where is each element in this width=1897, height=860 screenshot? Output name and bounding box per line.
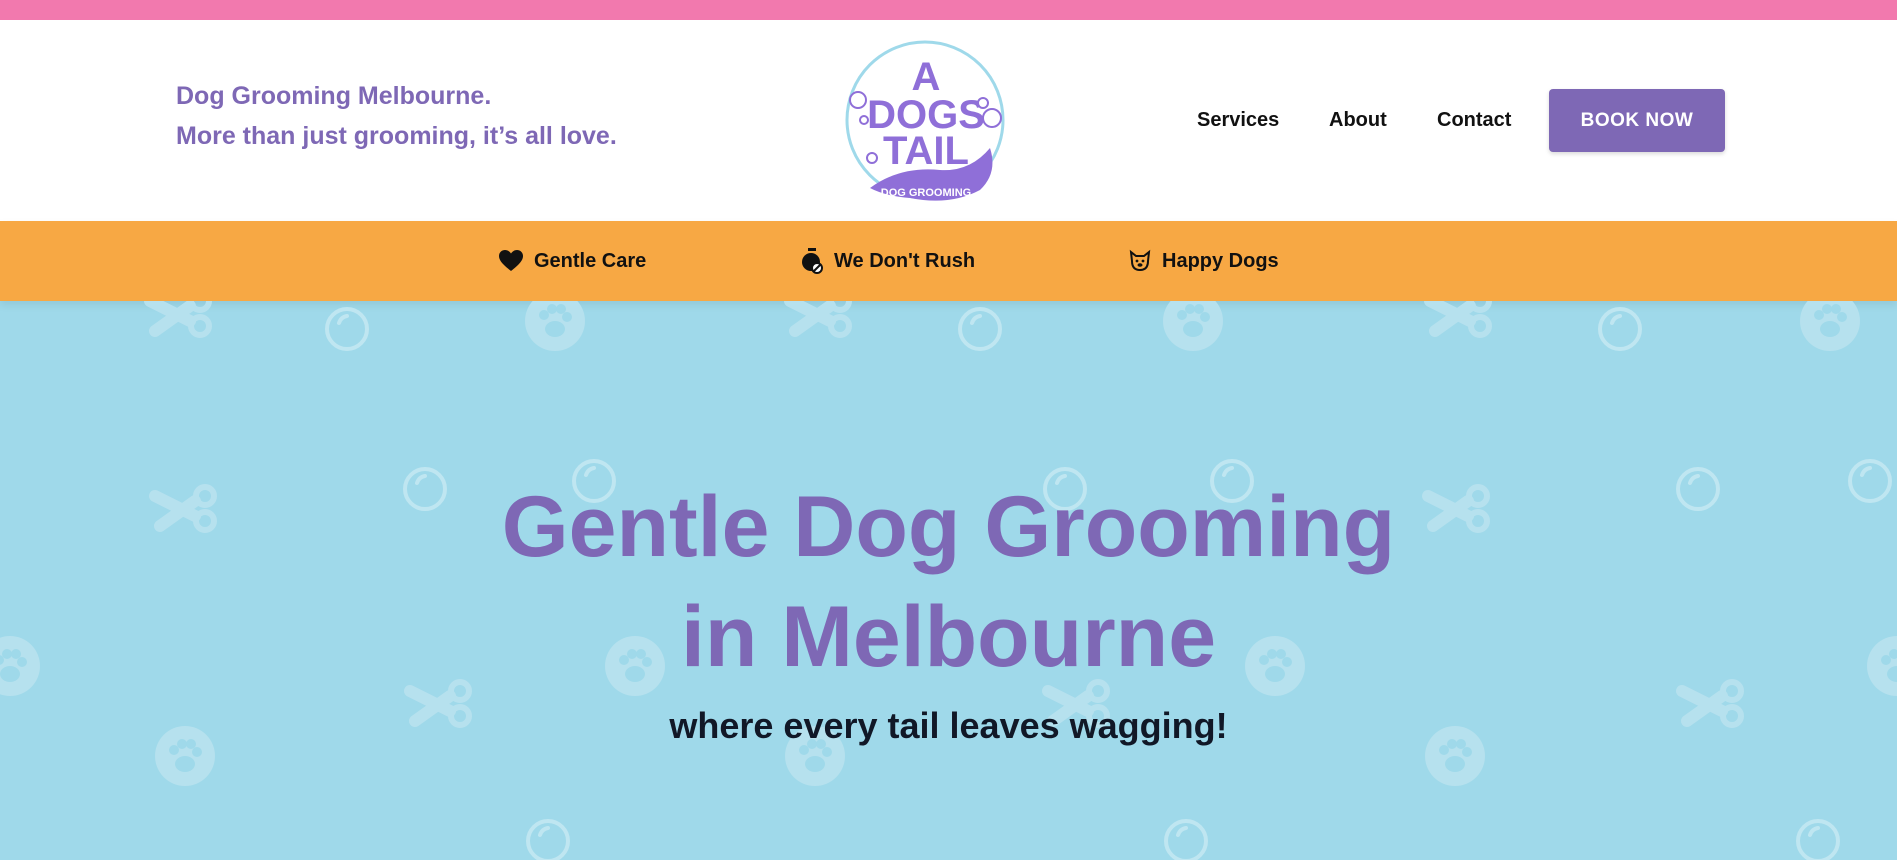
logo-ribbon-text: DOG GROOMING [881, 187, 971, 199]
nav-services-link[interactable]: Services [1197, 88, 1279, 152]
logo-word-tail: TAIL [883, 129, 969, 173]
hero-subtitle: where every tail leaves wagging! [669, 705, 1228, 746]
site-header: Dog Grooming Melbourne. More than just g… [0, 20, 1897, 221]
stopwatch-icon [802, 248, 823, 274]
book-now-button[interactable]: BOOK NOW [1549, 89, 1725, 152]
feature-gentle-care-label: Gentle Care [534, 249, 647, 272]
tagline-line-1: Dog Grooming Melbourne. [176, 82, 492, 110]
hero-title: Gentle Dog Grooming in Melbourne [0, 472, 1897, 692]
header-tagline: Dog Grooming Melbourne. More than just g… [176, 76, 617, 156]
tagline-line-2: More than just grooming, it’s all love. [176, 122, 617, 150]
hero-section: Gentle Dog Grooming in Melbourne where e… [0, 301, 1897, 860]
nav-contact-link[interactable]: Contact [1437, 88, 1511, 152]
heart-icon [499, 250, 523, 271]
brand-logo[interactable]: DOG GROOMING A DOGS TAIL [840, 38, 1010, 206]
feature-gentle-care: Gentle Care [498, 221, 646, 301]
feature-happy-dogs-label: Happy Dogs [1162, 249, 1279, 272]
top-accent-strip [0, 0, 1897, 20]
feature-we-dont-rush: We Don't Rush [800, 221, 975, 301]
features-bar: Gentle Care We Don't Rush Happy Dogs [0, 221, 1897, 301]
hero-title-line-1: Gentle Dog Grooming [501, 479, 1396, 575]
feature-happy-dogs: Happy Dogs [1128, 221, 1279, 301]
feature-we-dont-rush-label: We Don't Rush [834, 249, 976, 272]
hero-title-line-2: in Melbourne [680, 589, 1217, 685]
dog-face-icon [1129, 249, 1151, 272]
nav-about-link[interactable]: About [1329, 88, 1387, 152]
